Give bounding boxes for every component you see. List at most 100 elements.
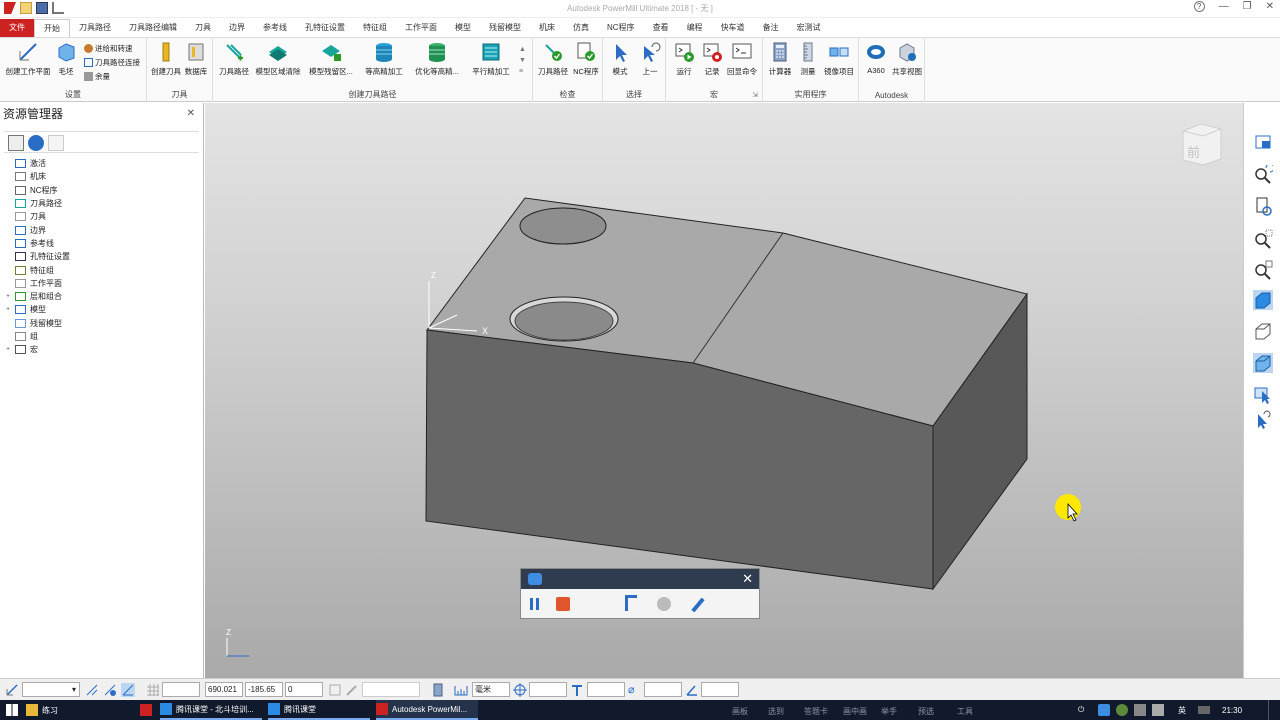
help-button[interactable]: ?	[1193, 1, 1205, 12]
ribbon-tab[interactable]: 机床	[530, 19, 564, 37]
ribbon-tab[interactable]: 刀具	[186, 19, 220, 37]
class-tool-item[interactable]: 举手	[881, 706, 897, 717]
tree-item[interactable]: + 层和组合	[0, 290, 203, 303]
close-icon[interactable]: ✕	[187, 103, 195, 125]
security-icon[interactable]	[1116, 704, 1128, 716]
calculator-icon[interactable]	[431, 683, 445, 697]
ribbon-tab[interactable]: 快车道	[712, 19, 754, 37]
minimize-icon[interactable]: —	[1219, 1, 1229, 12]
diameter-icon[interactable]: ⌀	[628, 683, 642, 697]
raster-finishing-button[interactable]: 平行精加工	[467, 41, 515, 77]
ribbon-tab[interactable]: 工作平面	[396, 19, 446, 37]
ribbon-tab[interactable]: 孔特征设置	[296, 19, 354, 37]
tool-field[interactable]	[587, 682, 625, 697]
echo-commands-button[interactable]: 回显命令	[724, 41, 760, 77]
verify-nc-button[interactable]: NC程序	[569, 41, 603, 77]
power-icon[interactable]: ⏻	[1078, 700, 1084, 720]
diameter-field[interactable]	[644, 682, 682, 697]
taskbar-item[interactable]: Autodesk PowerMil...	[376, 700, 478, 720]
workplane-status-icon[interactable]	[5, 683, 19, 697]
ribbon-tab[interactable]: 备注	[754, 19, 788, 37]
class-tool-item[interactable]: 工具	[957, 706, 973, 717]
tree-item[interactable]: 参考线	[0, 237, 203, 250]
brush-icon[interactable]	[625, 595, 637, 611]
ribbon-tab[interactable]: 刀具路径编辑	[120, 19, 186, 37]
battery-icon[interactable]	[1152, 704, 1164, 716]
pick-icon[interactable]	[103, 683, 117, 697]
toolpath-strategies-button[interactable]: 刀具路径	[213, 41, 255, 77]
tree-item[interactable]: 特征组	[0, 263, 203, 276]
snap-icon[interactable]	[121, 683, 135, 697]
optimized-constant-z-button[interactable]: 优化等高精...	[411, 41, 463, 77]
tree-item[interactable]: 机床	[0, 170, 203, 183]
tree-item[interactable]: 残留模型	[0, 317, 203, 330]
angle-icon[interactable]	[685, 683, 699, 697]
view-cube[interactable]: 前	[1182, 123, 1222, 166]
mirror-button[interactable]: 镜像项目	[820, 41, 858, 77]
shaded-wireframe-icon[interactable]	[1253, 353, 1273, 373]
class-tool-item[interactable]: 答题卡	[804, 706, 828, 717]
model-rest-area-clear-button[interactable]: 模型残留区...	[305, 41, 357, 77]
pen-icon[interactable]	[691, 597, 705, 613]
tree-item[interactable]: 激活	[0, 157, 203, 170]
create-tool-button[interactable]: 创建刀具	[148, 41, 184, 77]
crosshair-icon[interactable]	[513, 683, 527, 697]
create-workplane-button[interactable]: 创建工作平面	[5, 41, 51, 77]
clock[interactable]: 21:30	[1222, 700, 1242, 720]
box-icon[interactable]	[328, 683, 342, 697]
webcam-icon[interactable]	[657, 597, 671, 611]
hole-top[interactable]	[519, 207, 607, 245]
workplane-select[interactable]: ▾	[22, 682, 80, 697]
ribbon-tab[interactable]: 残留模型	[480, 19, 530, 37]
block-button[interactable]: 毛坯	[46, 41, 86, 77]
tree-item[interactable]: 刀具	[0, 210, 203, 223]
grid-value-field[interactable]	[162, 682, 200, 697]
constant-z-button[interactable]: 等高精加工	[361, 41, 407, 77]
select-arrow-icon[interactable]	[1253, 384, 1273, 404]
ribbon-tab[interactable]: 开始	[34, 19, 70, 37]
coord-z-field[interactable]: 0	[285, 682, 323, 697]
select-previous-button[interactable]: 上一	[634, 41, 666, 77]
ribbon-tab[interactable]: 刀具路径	[70, 19, 120, 37]
start-button[interactable]	[6, 700, 18, 720]
ribbon-tab[interactable]: 参考线	[254, 19, 296, 37]
coord-x-field[interactable]: 690.021	[205, 682, 243, 697]
pause-icon[interactable]	[530, 598, 533, 610]
taskbar-item[interactable]: 腾讯课堂	[268, 700, 370, 720]
expand-icon[interactable]: +	[6, 346, 15, 353]
close-icon[interactable]: ✕	[1266, 1, 1274, 12]
thickness-button[interactable]: 余量	[84, 71, 110, 82]
angle-field[interactable]	[701, 682, 739, 697]
grid-icon[interactable]	[146, 683, 160, 697]
globe-icon[interactable]	[28, 135, 44, 151]
tree-item[interactable]: 孔特征设置	[0, 250, 203, 263]
ribbon-tab[interactable]: 模型	[446, 19, 480, 37]
toolpath-connections-button[interactable]: 刀具路径连接	[84, 57, 140, 68]
class-tool-item[interactable]: 预选	[918, 706, 934, 717]
ribbon-tab[interactable]: 查看	[644, 19, 678, 37]
ribbon-tab[interactable]: 边界	[220, 19, 254, 37]
tool-database-button[interactable]: 数据库	[180, 41, 212, 77]
dialog-launcher-icon[interactable]: ⇲	[752, 91, 758, 99]
class-tool-item[interactable]: 选到	[768, 706, 784, 717]
coord-y-field[interactable]: -185.65	[245, 682, 283, 697]
share-view-button[interactable]: 共享视图	[889, 41, 925, 77]
keyboard-icon[interactable]	[1198, 700, 1210, 720]
tree-item[interactable]: NC程序	[0, 184, 203, 197]
gallery-scroll[interactable]: ▲ ▼ ≡	[519, 44, 526, 77]
view-tree-icon[interactable]	[1253, 132, 1273, 152]
page-refresh-icon[interactable]	[1253, 196, 1273, 216]
select-mode-button[interactable]: 模式	[604, 41, 636, 77]
ribbon-tab[interactable]: 特征组	[354, 19, 396, 37]
tab-file[interactable]: 文件	[0, 19, 34, 37]
units-icon[interactable]	[454, 683, 468, 697]
tree-item[interactable]: + 模型	[0, 303, 203, 316]
grid-view-icon[interactable]	[48, 135, 64, 151]
ribbon-tab[interactable]: 宏测试	[788, 19, 830, 37]
zoom-fit-icon[interactable]	[1253, 260, 1273, 280]
close-icon[interactable]: ✕	[742, 571, 753, 587]
tolerance-field[interactable]	[529, 682, 567, 697]
feeds-speeds-button[interactable]: 进给和转速	[84, 43, 133, 54]
a360-button[interactable]: A360	[860, 41, 892, 75]
select-back-icon[interactable]	[1253, 409, 1273, 429]
